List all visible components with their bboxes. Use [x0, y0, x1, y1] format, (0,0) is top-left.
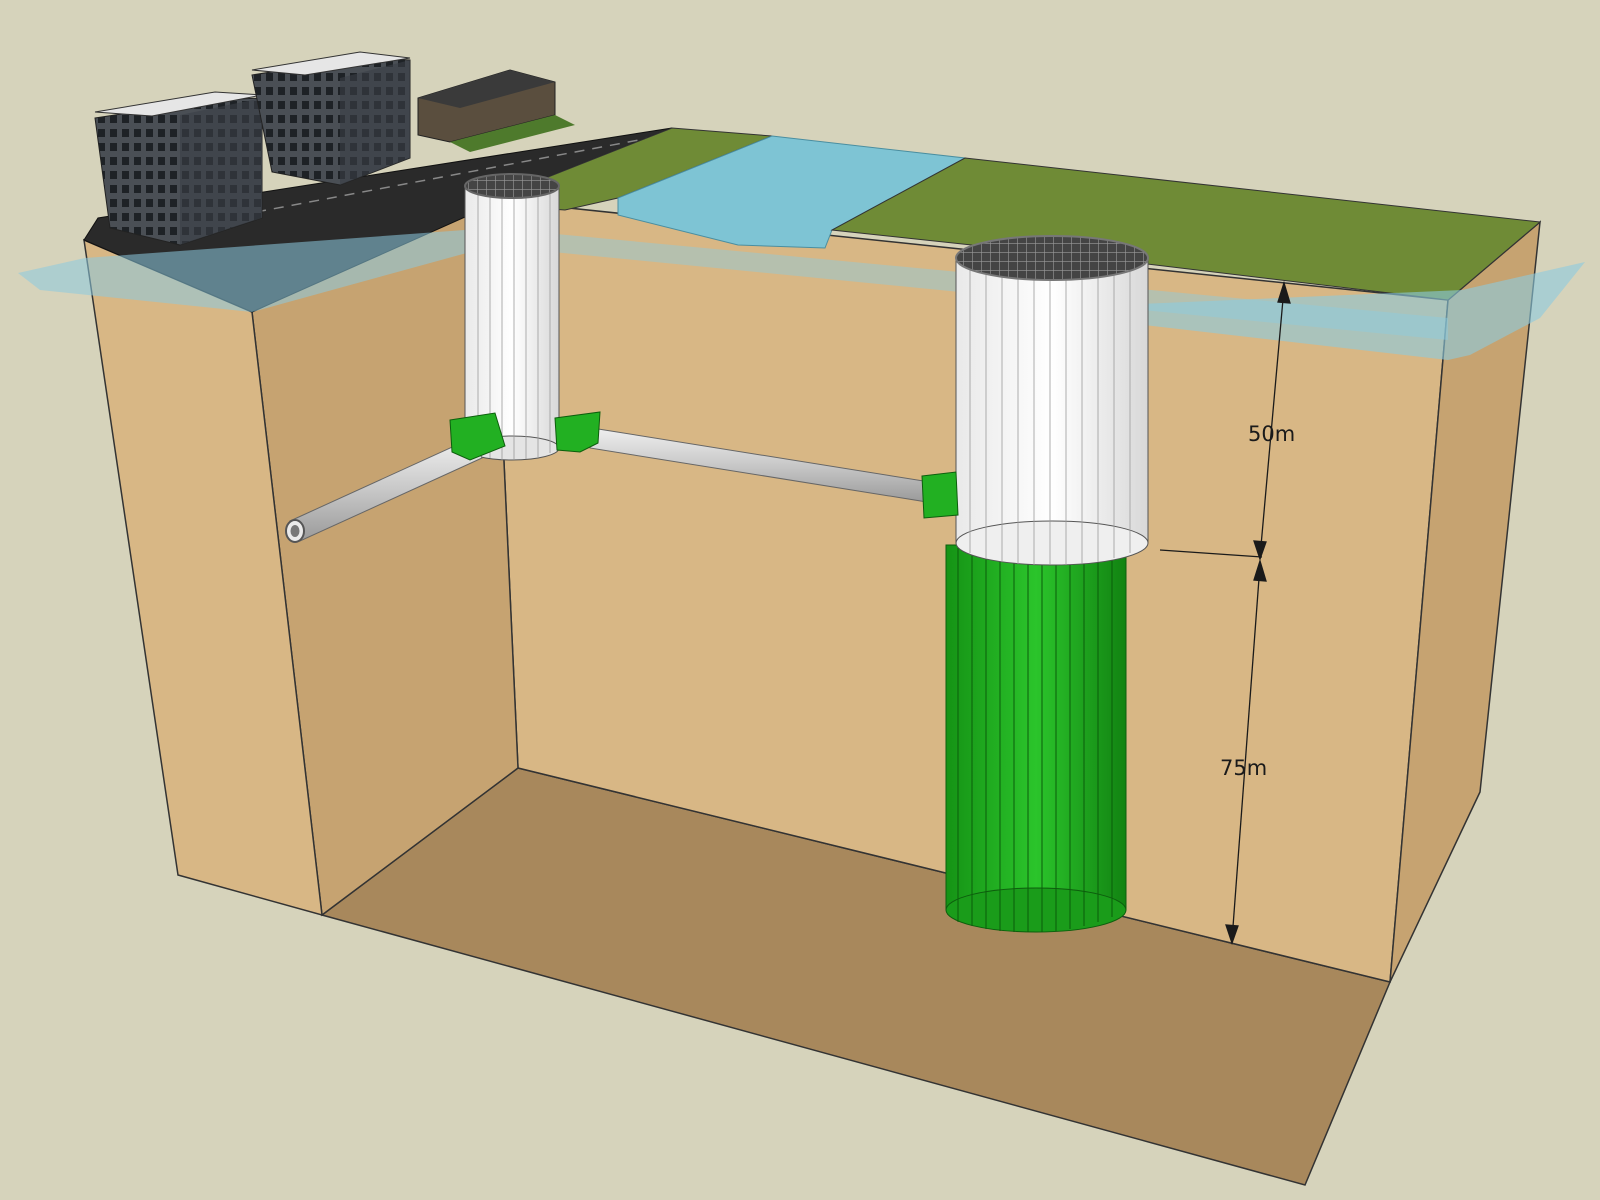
building-icon	[417, 69, 575, 152]
large-shaft-concrete-section	[955, 257, 1149, 544]
soil-block	[83, 198, 1541, 1186]
large-shaft-grating	[955, 235, 1149, 281]
large-shaft-green-lining	[945, 544, 1127, 911]
large-shaft	[945, 235, 1149, 933]
small-shaft-grating	[464, 173, 560, 199]
large-shaft-section-joint	[955, 520, 1149, 566]
large-shaft-bottom	[945, 887, 1127, 933]
building-icon	[251, 51, 411, 186]
small-shaft-body	[464, 185, 560, 449]
building-icon	[94, 91, 263, 246]
diagram-canvas: 50m 75m	[18, 51, 1585, 1186]
lower-depth-label: 75m	[1220, 756, 1267, 780]
upper-depth-label: 50m	[1248, 422, 1295, 446]
